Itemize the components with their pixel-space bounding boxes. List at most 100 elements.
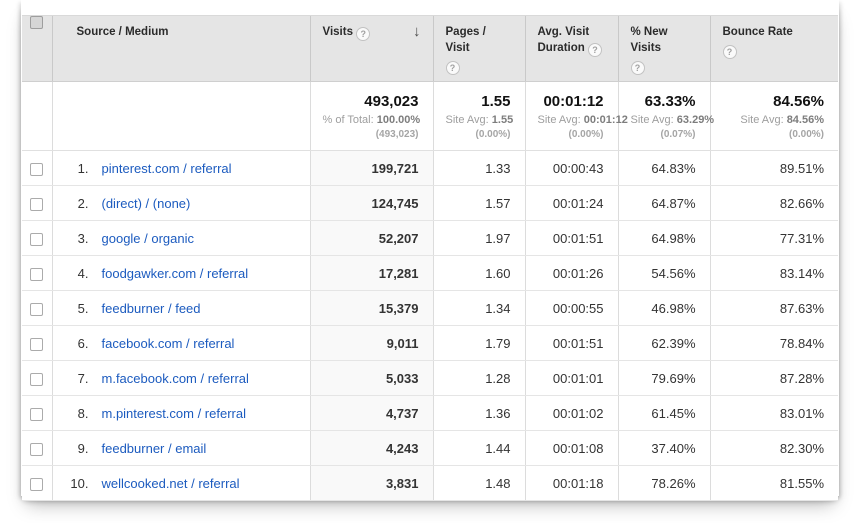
source-medium-link[interactable]: foodgawker.com / referral [102, 266, 249, 281]
avg-visit-duration-cell: 00:01:08 [525, 431, 618, 466]
source-medium-link[interactable]: feedburner / email [102, 441, 207, 456]
visits-cell: 52,207 [310, 221, 433, 256]
summary-empty-cell [52, 82, 310, 151]
column-header-label: Avg. Visit Duration [538, 26, 590, 54]
source-medium-cell: 10. wellcooked.net / referral [52, 466, 310, 501]
analytics-report-card: Source / Medium Visits ? ↓ Pages / Visit… [21, 0, 839, 496]
row-checkbox-cell [22, 221, 52, 256]
new-visits-cell: 61.45% [618, 396, 710, 431]
table-header-row: Source / Medium Visits ? ↓ Pages / Visit… [22, 16, 838, 82]
bounce-rate-cell: 82.66% [710, 186, 838, 221]
visits-cell: 3,831 [310, 466, 433, 501]
visits-cell: 124,745 [310, 186, 433, 221]
new-visits-cell: 64.83% [618, 151, 710, 186]
totals-summary-row: 493,023 % of Total: 100.00% (493,023) 1.… [22, 82, 838, 151]
traffic-sources-table: Source / Medium Visits ? ↓ Pages / Visit… [22, 15, 838, 501]
source-medium-link[interactable]: (direct) / (none) [102, 196, 191, 211]
table-row: 7.m.facebook.com / referral 5,033 1.28 0… [22, 361, 838, 396]
row-checkbox[interactable] [30, 478, 43, 491]
source-medium-link[interactable]: m.facebook.com / referral [102, 371, 249, 386]
source-medium-link[interactable]: pinterest.com / referral [102, 161, 232, 176]
row-checkbox[interactable] [30, 303, 43, 316]
avg-visit-duration-cell: 00:01:51 [525, 221, 618, 256]
avg-visit-duration-cell: 00:01:26 [525, 256, 618, 291]
table-row: 3.google / organic 52,207 1.97 00:01:51 … [22, 221, 838, 256]
source-medium-cell: 7. m.facebook.com / referral [52, 361, 310, 396]
avg-duration-value: 00:01:12 [538, 92, 604, 111]
pages-per-visit-cell: 1.97 [433, 221, 525, 256]
row-checkbox[interactable] [30, 198, 43, 211]
help-icon[interactable]: ? [356, 27, 370, 41]
table-row: 10.wellcooked.net / referral 3,831 1.48 … [22, 466, 838, 501]
sort-descending-icon[interactable]: ↓ [413, 24, 421, 40]
source-medium-link[interactable]: facebook.com / referral [102, 336, 235, 351]
row-rank: 9. [65, 441, 89, 456]
row-rank: 6. [65, 336, 89, 351]
total-visits-paren: (493,023) [323, 128, 419, 141]
new-visits-cell: 64.98% [618, 221, 710, 256]
source-medium-cell: 4. foodgawker.com / referral [52, 256, 310, 291]
row-rank: 7. [65, 371, 89, 386]
avg-bounce-value: 84.56% [723, 92, 825, 111]
row-checkbox[interactable] [30, 443, 43, 456]
source-medium-link[interactable]: m.pinterest.com / referral [102, 406, 247, 421]
source-medium-cell: 1. pinterest.com / referral [52, 151, 310, 186]
row-checkbox[interactable] [30, 373, 43, 386]
column-header-source-medium[interactable]: Source / Medium [52, 16, 310, 82]
bounce-rate-cell: 87.28% [710, 361, 838, 396]
column-header-new-visits[interactable]: % New Visits ? [618, 16, 710, 82]
row-rank: 5. [65, 301, 89, 316]
visits-cell: 4,243 [310, 431, 433, 466]
row-checkbox[interactable] [30, 163, 43, 176]
row-rank: 4. [65, 266, 89, 281]
help-icon[interactable]: ? [723, 45, 737, 59]
avg-visit-duration-cell: 00:01:01 [525, 361, 618, 396]
help-icon[interactable]: ? [446, 61, 460, 75]
row-checkbox-cell [22, 466, 52, 501]
source-medium-cell: 3.google / organic [52, 221, 310, 256]
row-checkbox[interactable] [30, 338, 43, 351]
avg-visit-duration-cell: 00:01:51 [525, 326, 618, 361]
avg-pages-value: 1.55 [446, 92, 511, 111]
table-row: 1.pinterest.com / referral 199,721 1.33 … [22, 151, 838, 186]
row-checkbox[interactable] [30, 268, 43, 281]
bounce-rate-cell: 89.51% [710, 151, 838, 186]
new-visits-cell: 78.26% [618, 466, 710, 501]
avg-visit-duration-cell: 00:01:18 [525, 466, 618, 501]
select-all-checkbox[interactable] [30, 16, 43, 29]
bounce-rate-cell: 82.30% [710, 431, 838, 466]
row-rank: 10. [65, 476, 89, 491]
visits-cell: 4,737 [310, 396, 433, 431]
pages-per-visit-cell: 1.36 [433, 396, 525, 431]
help-icon[interactable]: ? [631, 61, 645, 75]
pages-per-visit-cell: 1.79 [433, 326, 525, 361]
summary-bounce-cell: 84.56% Site Avg: 84.56% (0.00%) [710, 82, 838, 151]
bounce-rate-cell: 78.84% [710, 326, 838, 361]
row-rank: 8. [65, 406, 89, 421]
new-visits-cell: 37.40% [618, 431, 710, 466]
row-rank: 1. [65, 161, 89, 176]
source-medium-cell: 9. feedburner / email [52, 431, 310, 466]
row-checkbox[interactable] [30, 408, 43, 421]
avg-visit-duration-cell: 00:01:02 [525, 396, 618, 431]
summary-empty-cell [22, 82, 52, 151]
column-header-label: Visits [323, 26, 353, 38]
row-rank: 2. [65, 196, 89, 211]
help-icon[interactable]: ? [588, 43, 602, 57]
column-header-label: Pages / Visit [446, 26, 486, 54]
source-medium-link[interactable]: feedburner / feed [102, 301, 201, 316]
column-header-avg-visit-duration[interactable]: Avg. Visit Duration ? [525, 16, 618, 82]
summary-visits-cell: 493,023 % of Total: 100.00% (493,023) [310, 82, 433, 151]
column-header-pages-visit[interactable]: Pages / Visit ? [433, 16, 525, 82]
pages-per-visit-cell: 1.57 [433, 186, 525, 221]
row-checkbox[interactable] [30, 233, 43, 246]
source-medium-link[interactable]: google / organic [102, 231, 195, 246]
source-medium-link[interactable]: wellcooked.net / referral [102, 476, 240, 491]
new-visits-cell: 79.69% [618, 361, 710, 396]
column-header-bounce-rate[interactable]: Bounce Rate ? [710, 16, 838, 82]
column-header-label: % New Visits [631, 26, 668, 54]
source-medium-cell: 2. (direct) / (none) [52, 186, 310, 221]
column-header-visits[interactable]: Visits ? ↓ [310, 16, 433, 82]
source-medium-cell: 8. m.pinterest.com / referral [52, 396, 310, 431]
table-row: 5.feedburner / feed 15,379 1.34 00:00:55… [22, 291, 838, 326]
